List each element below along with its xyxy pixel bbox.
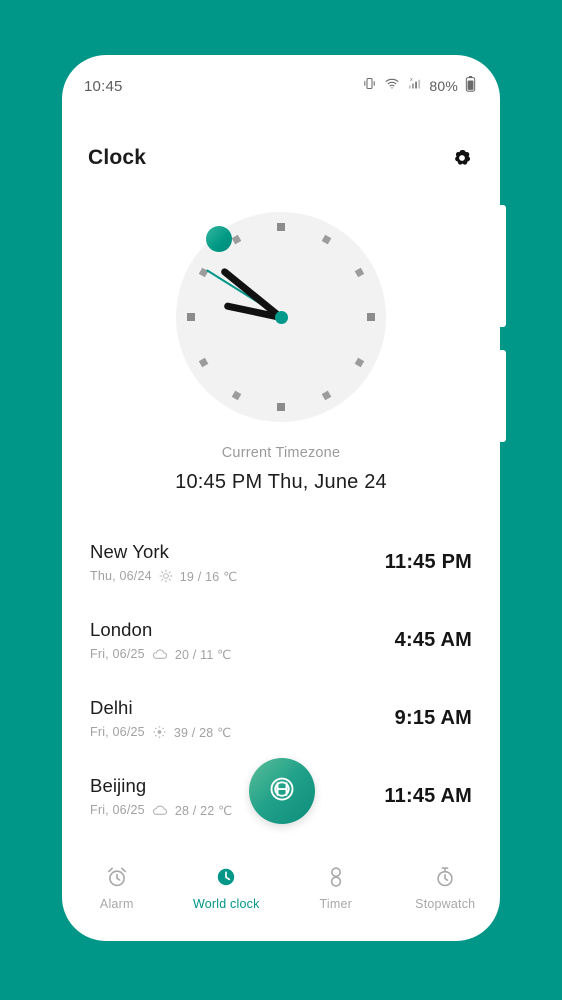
clock-tick-2 bbox=[354, 267, 364, 277]
clock-tick-8 bbox=[198, 357, 208, 367]
city-time: 4:45 AM bbox=[394, 628, 472, 651]
globe-icon bbox=[267, 774, 297, 809]
city-name: London bbox=[90, 618, 153, 640]
city-time: 11:45 AM bbox=[384, 784, 472, 807]
svg-text:x: x bbox=[411, 77, 414, 83]
city-info: New York Thu, 06/24 19 / 16 ℃ bbox=[90, 541, 237, 584]
city-date: Fri, 06/25 bbox=[90, 725, 145, 739]
city-date: Fri, 06/25 bbox=[90, 647, 145, 661]
analog-clock-container bbox=[62, 212, 500, 428]
city-date: Fri, 06/25 bbox=[90, 803, 145, 817]
cloud-icon bbox=[152, 647, 168, 661]
city-time: 11:45 PM bbox=[384, 550, 472, 573]
current-timezone-block: Current Timezone 10:45 PM Thu, June 24 bbox=[62, 445, 500, 494]
city-row-new-york[interactable]: New York Thu, 06/24 19 / 16 ℃ 11:45 PM bbox=[90, 523, 472, 601]
battery-icon bbox=[465, 75, 476, 97]
cloud-icon bbox=[152, 803, 168, 817]
stopwatch-icon bbox=[433, 865, 457, 889]
haze-icon bbox=[152, 725, 167, 739]
nav-label: World clock bbox=[192, 897, 260, 911]
app-bar: Clock bbox=[62, 127, 500, 189]
nav-item-world-clock[interactable]: World clock bbox=[172, 865, 282, 911]
vibrate-icon bbox=[362, 76, 377, 96]
city-date: Thu, 06/24 bbox=[90, 569, 152, 583]
nav-item-alarm[interactable]: Alarm bbox=[62, 865, 172, 911]
clock-tick-5 bbox=[321, 390, 331, 400]
clock-tick-1 bbox=[321, 234, 331, 244]
clock-tick-3 bbox=[367, 313, 375, 321]
city-meta: Fri, 06/25 28 / 22 ℃ bbox=[90, 803, 232, 818]
clock-tick-9 bbox=[187, 313, 195, 321]
city-meta: Thu, 06/24 19 / 16 ℃ bbox=[90, 569, 237, 584]
city-name: Beijing bbox=[90, 774, 147, 796]
settings-button[interactable] bbox=[450, 146, 474, 170]
battery-percent-label: 80% bbox=[429, 78, 458, 94]
nav-label: Timer bbox=[319, 897, 352, 911]
city-meta: Fri, 06/25 39 / 28 ℃ bbox=[90, 725, 231, 740]
nav-label: Stopwatch bbox=[415, 897, 476, 911]
page-title: Clock bbox=[88, 146, 147, 169]
city-meta: Fri, 06/25 20 / 11 ℃ bbox=[90, 647, 231, 662]
city-name: Delhi bbox=[90, 696, 133, 718]
clock-tick-6 bbox=[277, 403, 285, 411]
city-time: 9:15 AM bbox=[394, 706, 472, 729]
clock-tick-12 bbox=[277, 223, 285, 231]
hourglass-icon bbox=[324, 865, 348, 889]
phone-screen: 10:45 x 80% Clock Current Timezone 10:45… bbox=[62, 55, 500, 941]
alarm-clock-icon bbox=[105, 865, 129, 889]
add-city-fab[interactable] bbox=[249, 758, 315, 824]
status-bar-clock: 10:45 bbox=[84, 77, 123, 95]
current-city-marker-dot bbox=[206, 226, 232, 252]
clock-tick-4 bbox=[354, 357, 364, 367]
wifi-icon bbox=[384, 76, 400, 96]
nav-item-timer[interactable]: Timer bbox=[281, 865, 391, 911]
gear-icon bbox=[450, 150, 474, 174]
city-row-london[interactable]: London Fri, 06/25 20 / 11 ℃ 4:45 AM bbox=[90, 601, 472, 679]
city-info: Delhi Fri, 06/25 39 / 28 ℃ bbox=[90, 697, 231, 740]
city-temperature: 28 / 22 ℃ bbox=[174, 803, 233, 818]
city-temperature: 19 / 16 ℃ bbox=[179, 569, 238, 584]
current-timezone-label: Current Timezone bbox=[221, 445, 341, 461]
clock-tick-11 bbox=[231, 234, 241, 244]
nav-label: Alarm bbox=[99, 897, 134, 911]
signal-no-sim-icon: x bbox=[407, 76, 422, 96]
city-info: London Fri, 06/25 20 / 11 ℃ bbox=[90, 619, 231, 662]
nav-item-stopwatch[interactable]: Stopwatch bbox=[391, 865, 501, 911]
bottom-navigation: Alarm World clock Timer Stopwatch bbox=[62, 865, 500, 911]
city-row-delhi[interactable]: Delhi Fri, 06/25 39 / 28 ℃ 9:15 AM bbox=[90, 679, 472, 757]
city-name: New York bbox=[90, 540, 169, 562]
clock-center-hub bbox=[274, 310, 288, 324]
city-info: Beijing Fri, 06/25 28 / 22 ℃ bbox=[90, 775, 232, 818]
status-bar-icons: x 80% bbox=[362, 75, 476, 97]
status-bar: 10:45 x 80% bbox=[62, 55, 500, 117]
analog-clock bbox=[176, 212, 386, 422]
current-timezone-time: 10:45 PM Thu, June 24 bbox=[175, 471, 387, 493]
world-clock-icon bbox=[214, 865, 238, 889]
city-temperature: 20 / 11 ℃ bbox=[174, 647, 232, 662]
clock-tick-7 bbox=[231, 390, 241, 400]
sun-icon bbox=[159, 569, 173, 583]
city-temperature: 39 / 28 ℃ bbox=[173, 725, 232, 740]
